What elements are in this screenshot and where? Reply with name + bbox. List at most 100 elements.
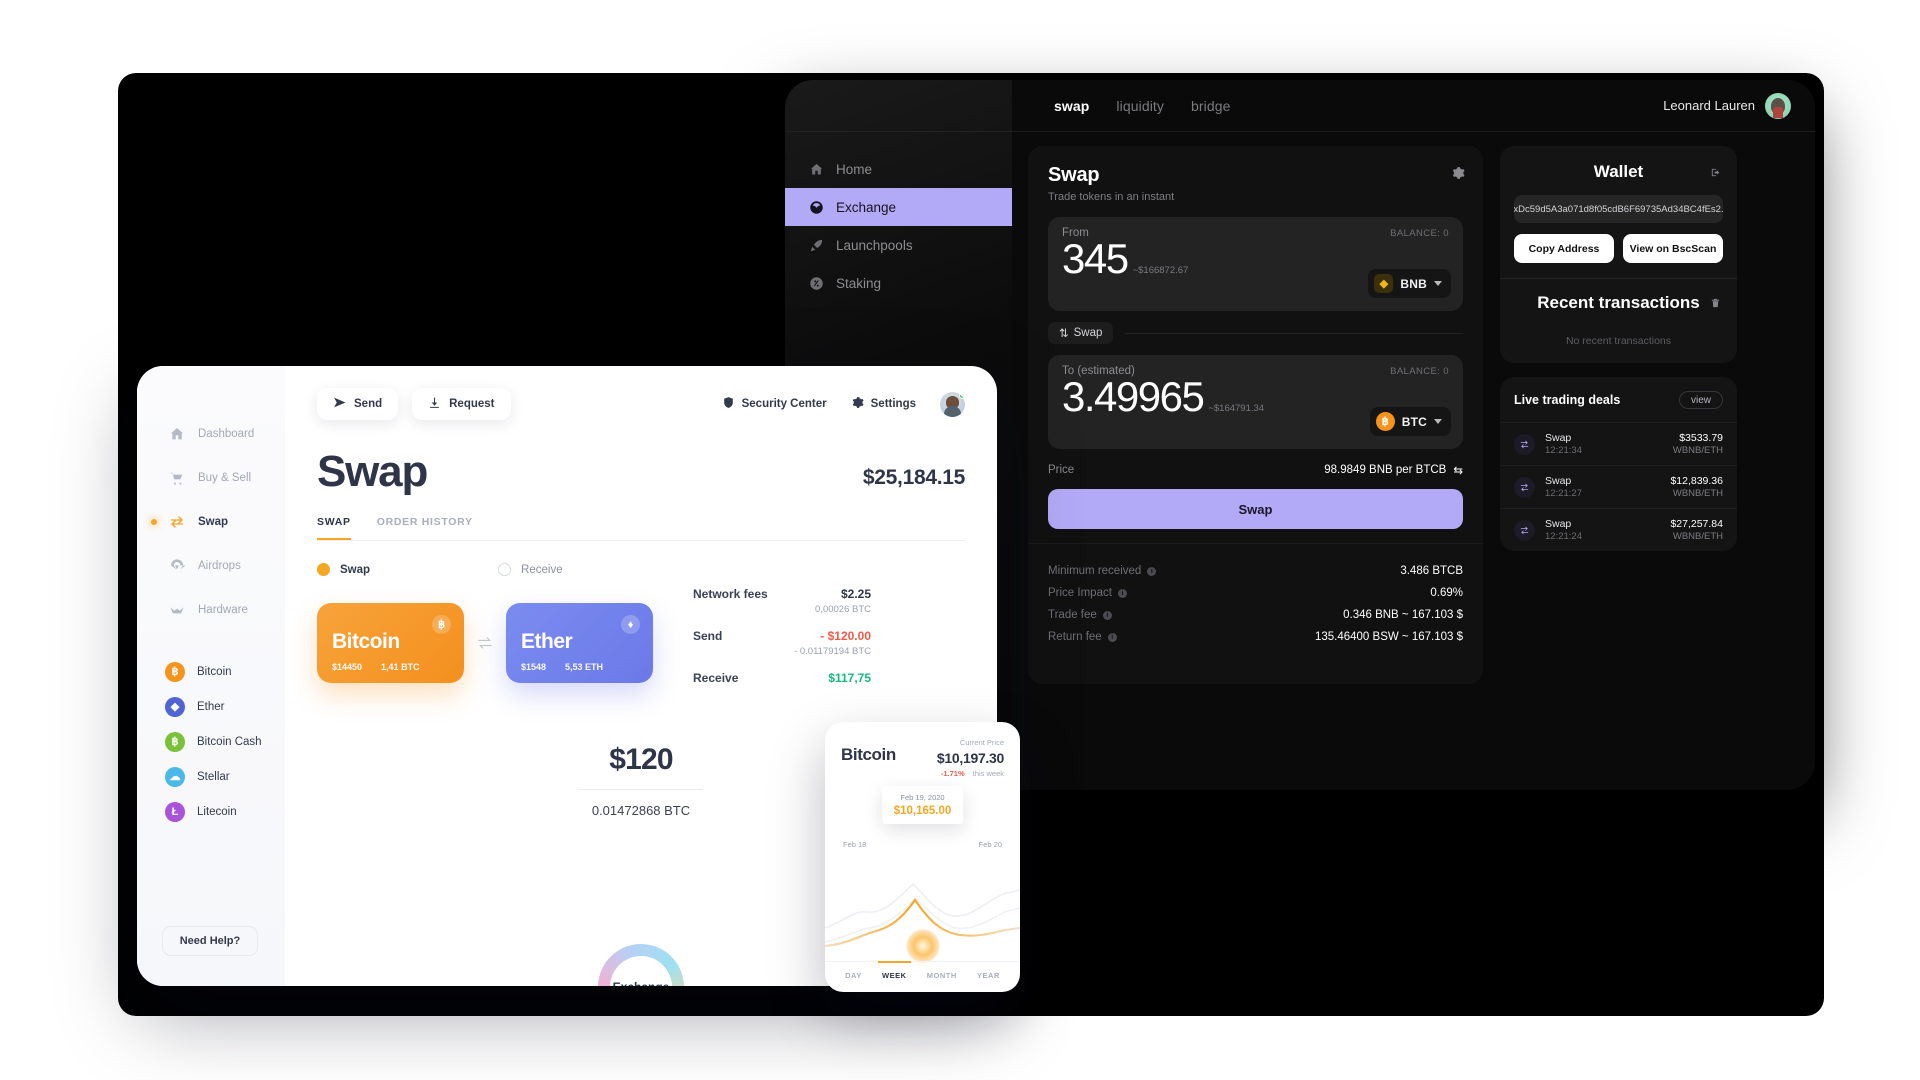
live-trading-deals-card: Live trading deals view Swap 12:21:34 $3… [1500, 377, 1737, 551]
detail-label: Price Impact i [1048, 587, 1127, 599]
radio-swap[interactable]: Swap [317, 563, 370, 576]
tab-bridge[interactable]: bridge [1191, 98, 1231, 114]
wallet-address[interactable]: 0xDc59d5A3a071d8f05cdB6F69735Ad34BC4fEs2… [1514, 195, 1723, 223]
swap-button[interactable]: Swap [1048, 489, 1463, 529]
current-price-label: Current Price [959, 738, 1004, 747]
range-tab-year[interactable]: YEAR [977, 962, 1000, 980]
list-item[interactable]: ฿ Bitcoin Cash [137, 724, 285, 759]
swap-panel-title: Swap [1048, 164, 1100, 186]
list-item[interactable]: Swap 12:21:27 $12,839.36 WBNB/ETH [1500, 465, 1737, 508]
fee-row-receive: Receive $117,75 [693, 671, 871, 685]
wallet-title: Wallet [1593, 162, 1644, 181]
range-tab-week[interactable]: WEEK [878, 961, 910, 980]
fee-label: Send [693, 629, 723, 643]
sidebar-item-label: Home [836, 161, 873, 177]
send-button[interactable]: Send [317, 388, 399, 420]
tab-liquidity[interactable]: liquidity [1116, 98, 1164, 114]
exchange-button[interactable]: Exchange [598, 944, 684, 986]
to-amount-input[interactable]: 3.49965 [1062, 374, 1205, 419]
tab-order-history[interactable]: ORDER HISTORY [377, 516, 473, 540]
from-token-selector[interactable]: ◆ BNB [1368, 269, 1451, 298]
sidebar-item-staking[interactable]: Staking [785, 264, 1012, 302]
detail-label-text: Return fee [1048, 631, 1102, 643]
sidebar-item-launchpools[interactable]: Launchpools [785, 226, 1012, 264]
avatar[interactable] [1765, 92, 1791, 119]
avatar[interactable] [940, 391, 965, 417]
swap-direction-button[interactable]: ⇅ Swap [1048, 322, 1114, 344]
fee-row-send: Send - $120.00 - 0.01179194 BTC [693, 629, 871, 657]
fee-row-network: Network fees $2.25 0,00026 BTC [693, 587, 871, 615]
list-item[interactable]: ฿ Bitcoin [137, 654, 285, 689]
sidebar-item-swap[interactable]: Swap [137, 500, 285, 544]
swap-toggle-row: ⇅ Swap [1048, 322, 1463, 344]
chart-highlight-point [905, 929, 940, 963]
list-item[interactable]: ☁ Stellar [137, 759, 285, 794]
deal-time: 12:21:34 [1545, 445, 1582, 456]
detail-label-text: Trade fee [1048, 609, 1097, 621]
coin-label: Litecoin [197, 805, 237, 818]
info-icon[interactable]: i [1107, 632, 1117, 642]
swap-arrows-icon [1514, 476, 1535, 498]
trash-icon[interactable] [1710, 296, 1721, 308]
home-icon [809, 162, 824, 177]
security-center-label: Security Center [741, 398, 827, 410]
sidebar-item-dashboard[interactable]: Dashboard [137, 412, 285, 456]
need-help-button[interactable]: Need Help? [162, 926, 258, 956]
sidebar-item-hardware[interactable]: Hardware [137, 588, 285, 632]
info-icon[interactable]: i [1147, 566, 1157, 576]
page-title: Swap [317, 447, 428, 496]
range-tab-day[interactable]: DAY [845, 962, 862, 980]
view-on-bscscan-button[interactable]: View on BscScan [1623, 234, 1723, 263]
to-coin-card[interactable]: ♦ Ether $1548 5,53 ETH [506, 603, 653, 683]
send-icon [333, 396, 346, 412]
sidebar-item-home[interactable]: Home [785, 150, 1012, 188]
hardware-icon [169, 602, 185, 618]
price-change: -1.71% this week [937, 769, 1004, 778]
list-item[interactable]: Swap 12:21:34 $3533.79 WBNB/ETH [1500, 422, 1737, 465]
tab-swap[interactable]: SWAP [317, 516, 351, 540]
coin-label: Stellar [197, 770, 230, 783]
user-menu[interactable]: Leonard Lauren [1663, 92, 1791, 119]
fee-value: $117,75 [828, 671, 871, 685]
logout-icon[interactable] [1710, 165, 1721, 177]
exchange-icon [809, 200, 824, 215]
gear-icon[interactable] [1451, 166, 1465, 180]
swap-arrows-icon [169, 514, 185, 530]
list-item[interactable]: Swap 12:21:24 $27,257.84 WBNB/ETH [1500, 508, 1737, 551]
copy-address-button[interactable]: Copy Address [1514, 234, 1614, 263]
deal-amount: $27,257.84 [1670, 518, 1723, 530]
radio-label: Receive [521, 563, 563, 576]
deal-pair: WBNB/ETH [1672, 445, 1723, 456]
deal-amount: $3533.79 [1679, 432, 1723, 444]
deals-view-button[interactable]: view [1678, 391, 1723, 409]
settings-button[interactable]: Settings [851, 396, 916, 412]
radio-receive[interactable]: Receive [498, 563, 563, 576]
sidebar-item-exchange[interactable]: Exchange [785, 188, 1012, 226]
info-icon[interactable]: i [1102, 610, 1112, 620]
swap-arrows-icon[interactable]: ⇆ [1453, 463, 1463, 477]
from-amount-input[interactable]: 345 [1062, 236, 1129, 281]
sidebar-item-label: Swap [198, 516, 229, 528]
info-icon[interactable]: i [1117, 588, 1127, 598]
request-button[interactable]: Request [412, 388, 511, 420]
from-coin-card[interactable]: ฿ Bitcoin $14450 1,41 BTC [317, 603, 464, 683]
send-label: Send [354, 398, 383, 410]
sidebar-item-label: Launchpools [836, 237, 913, 253]
sidebar-item-buy-sell[interactable]: Buy & Sell [137, 456, 285, 500]
divider [1125, 332, 1463, 334]
tooltip-value: $10,165.00 [893, 805, 952, 817]
detail-value: 3.486 BTCB [1400, 565, 1463, 577]
list-item[interactable]: Ł Litecoin [137, 794, 285, 829]
divider [579, 789, 703, 790]
chart-tooltip: Feb 19, 2020 $10,165.00 [881, 786, 964, 824]
swap-arrows-icon[interactable] [464, 636, 506, 650]
security-center-button[interactable]: Security Center [722, 396, 827, 412]
tab-swap[interactable]: swap [1054, 98, 1089, 114]
to-token-selector[interactable]: ฿ BTC [1369, 407, 1451, 436]
settings-label: Settings [870, 398, 916, 410]
range-tab-month[interactable]: MONTH [927, 962, 957, 980]
to-token-name: BTC [1401, 414, 1427, 429]
list-item[interactable]: ◆ Ether [137, 689, 285, 724]
ether-icon: ◆ [165, 696, 185, 717]
sidebar-item-airdrops[interactable]: Airdrops [137, 544, 285, 588]
